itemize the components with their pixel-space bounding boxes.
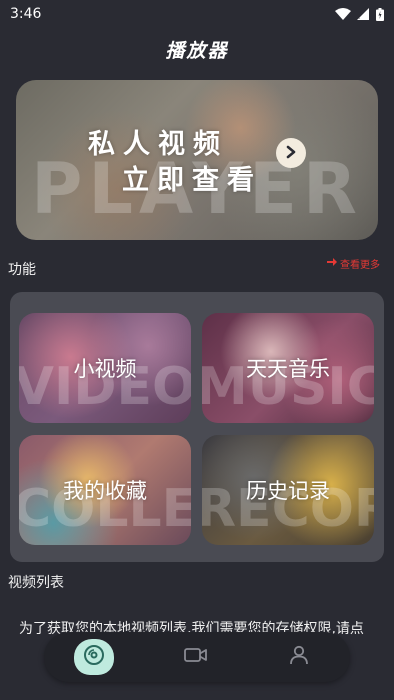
features-panel: VIDEO 小视频 MUSIC 天天音乐 COLLECT 我的收藏 RECORD… [10, 292, 384, 562]
battery-icon [376, 7, 384, 21]
tile-label: 小视频 [73, 357, 137, 381]
my-favorites-tile[interactable]: COLLECT 我的收藏 [19, 435, 191, 545]
video-camera-icon [184, 646, 208, 668]
disc-icon [83, 644, 105, 670]
nav-home-active-indicator [74, 639, 114, 675]
nav-profile[interactable] [269, 632, 329, 682]
status-bar: 3:46 ! [0, 0, 394, 28]
view-more-link[interactable]: 查看更多 [327, 256, 380, 271]
video-list-section-title: 视频列表 [8, 575, 64, 591]
svg-text:!: ! [358, 14, 360, 20]
wifi-icon [335, 8, 351, 20]
tile-label: 历史记录 [246, 479, 330, 503]
short-video-tile[interactable]: VIDEO 小视频 [19, 313, 191, 423]
status-icons: ! [335, 7, 384, 21]
view-more-label: 查看更多 [340, 260, 380, 271]
banner-headline: 私人视频 [88, 129, 228, 160]
signal-icon: ! [357, 8, 370, 20]
arrow-right-icon [327, 258, 337, 269]
status-time: 3:46 [10, 6, 42, 22]
nav-home[interactable] [64, 632, 124, 682]
banner-go-button[interactable] [276, 138, 306, 168]
user-icon [289, 645, 309, 669]
private-video-banner[interactable]: PLAYER 私人视频 立即查看 [16, 80, 378, 240]
banner-subheadline: 立即查看 [122, 165, 262, 196]
bottom-navigation [44, 632, 350, 682]
app-title: 播放器 [165, 40, 229, 62]
tile-label: 天天音乐 [246, 357, 330, 381]
nav-video[interactable] [166, 632, 226, 682]
chevron-right-icon [284, 144, 298, 163]
history-tile[interactable]: RECORD 历史记录 [202, 435, 374, 545]
daily-music-tile[interactable]: MUSIC 天天音乐 [202, 313, 374, 423]
tile-label: 我的收藏 [63, 479, 147, 503]
features-section-title: 功能 [8, 262, 36, 278]
